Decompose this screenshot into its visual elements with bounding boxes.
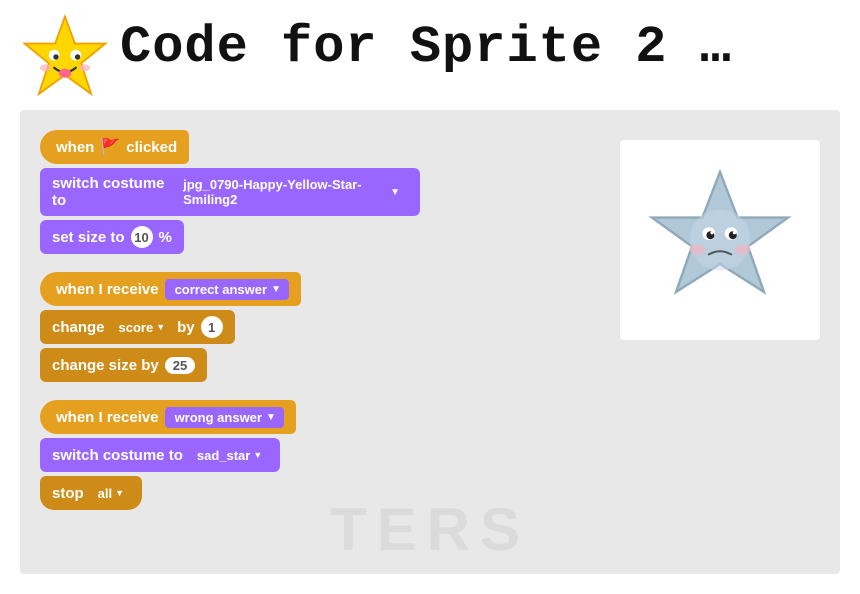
stop-label: stop [52,485,84,502]
when-receive-wrong-block: when I receive wrong answer [40,400,296,434]
page-container: Code for Sprite 2 … when 🚩 clicked switc… [0,0,860,594]
change-by-value: 1 [201,316,223,338]
star-icon [20,12,110,102]
when-receive-correct-block: when I receive correct answer [40,272,301,306]
set-size-label: set size to [52,229,125,246]
costume-dropdown-2[interactable]: sad_star [189,446,268,465]
change-label-1: change [52,319,105,336]
when-clicked-block: when 🚩 clicked [40,130,189,164]
main-area: when 🚩 clicked switch costume to jpg_079… [20,110,840,574]
score-dropdown[interactable]: score [111,318,172,337]
block-group-1: when 🚩 clicked switch costume to jpg_079… [40,130,600,254]
sad-star [640,160,800,320]
by-label-1: by [177,319,195,336]
change-size-block: change size by 25 [40,348,207,382]
stop-block: stop all [40,476,142,510]
when-label: when [56,139,94,156]
change-size-label: change size by [52,357,159,374]
clicked-label: clicked [126,139,177,156]
switch-costume-label-1: switch costume to [52,175,167,209]
receive-dropdown-2[interactable]: wrong answer [165,407,284,428]
receive-dropdown-1[interactable]: correct answer [165,279,289,300]
size-by-value: 25 [165,357,195,374]
percent-label: % [159,229,172,246]
block-group-2: when I receive correct answer change sco… [40,272,600,382]
block-group-3: when I receive wrong answer switch costu… [40,400,600,510]
when-i-receive-label-2: when I receive [56,409,159,426]
flag-icon: 🚩 [100,137,120,157]
stop-dropdown[interactable]: all [90,484,130,503]
page-title: Code for Sprite 2 … [120,18,732,77]
blocks-panel: when 🚩 clicked switch costume to jpg_079… [40,130,600,510]
switch-costume-block-1: switch costume to jpg_0790-Happy-Yellow-… [40,168,420,216]
costume-dropdown-1[interactable]: jpg_0790-Happy-Yellow-Star-Smiling2 [173,174,408,210]
set-size-block: set size to 10 % [40,220,184,254]
switch-costume-block-2: switch costume to sad_star [40,438,280,472]
switch-costume-label-2: switch costume to [52,447,183,464]
change-score-block: change score by 1 [40,310,235,344]
when-i-receive-label-1: when I receive [56,281,159,298]
sprite-panel [620,140,820,340]
size-value: 10 [131,226,153,248]
